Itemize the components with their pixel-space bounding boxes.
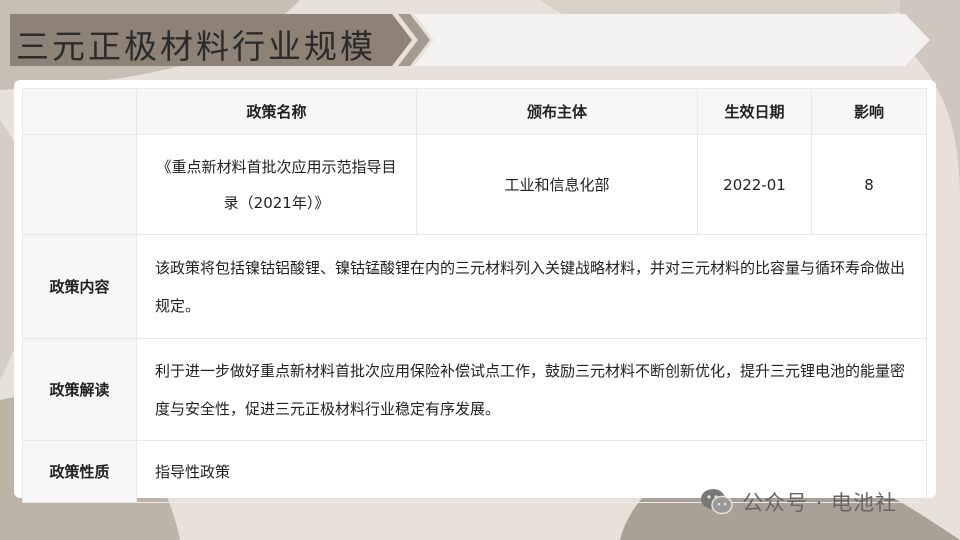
policy-content-text: 该政策将包括镍钴铝酸锂、镍钴锰酸锂在内的三元材料列入关键战略材料，并对三元材料的… (136, 234, 927, 339)
header-policy-name: 政策名称 (136, 88, 417, 135)
table-row: 政策内容 该政策将包括镍钴铝酸锂、镍钴锰酸锂在内的三元材料列入关键战略材料，并对… (22, 234, 927, 339)
header-impact: 影响 (811, 88, 927, 135)
table-row: 政策解读 利于进一步做好重点新材料首批次应用保险补偿试点工作，鼓励三元材料不断创… (22, 338, 927, 441)
header-effective-date: 生效日期 (697, 88, 812, 135)
row-blank-label-cell (22, 134, 137, 235)
header-corner-cell (22, 88, 137, 135)
watermark: 公众号 · 电池社 (700, 486, 897, 518)
policy-interpretation-text: 利于进一步做好重点新材料首批次应用保险补偿试点工作，鼓励三元材料不断创新优化，提… (136, 338, 927, 441)
header-issuer: 颁布主体 (416, 88, 698, 135)
row-label-interpretation: 政策解读 (22, 338, 137, 441)
title-banner: 三元正极材料行业规模 (10, 14, 930, 66)
policy-impact-cell: 8 (811, 134, 927, 235)
policy-card: 政策名称 颁布主体 生效日期 影响 《重点新材料首批次应用示范指导目录（2021… (14, 80, 936, 503)
table-header-row: 政策名称 颁布主体 生效日期 影响 (22, 88, 927, 135)
policy-date-cell: 2022-01 (697, 134, 812, 235)
policy-table: 政策名称 颁布主体 生效日期 影响 《重点新材料首批次应用示范指导目录（2021… (22, 88, 927, 503)
watermark-text: 公众号 · 电池社 (742, 491, 898, 515)
wechat-icon (701, 489, 733, 515)
table-row: 《重点新材料首批次应用示范指导目录（2021年）》 工业和信息化部 2022-0… (22, 134, 927, 235)
page-title: 三元正极材料行业规模 (16, 27, 376, 66)
row-label-content: 政策内容 (22, 234, 137, 339)
policy-issuer-cell: 工业和信息化部 (416, 134, 698, 235)
row-label-nature: 政策性质 (22, 440, 137, 503)
policy-name-cell: 《重点新材料首批次应用示范指导目录（2021年）》 (136, 134, 417, 235)
